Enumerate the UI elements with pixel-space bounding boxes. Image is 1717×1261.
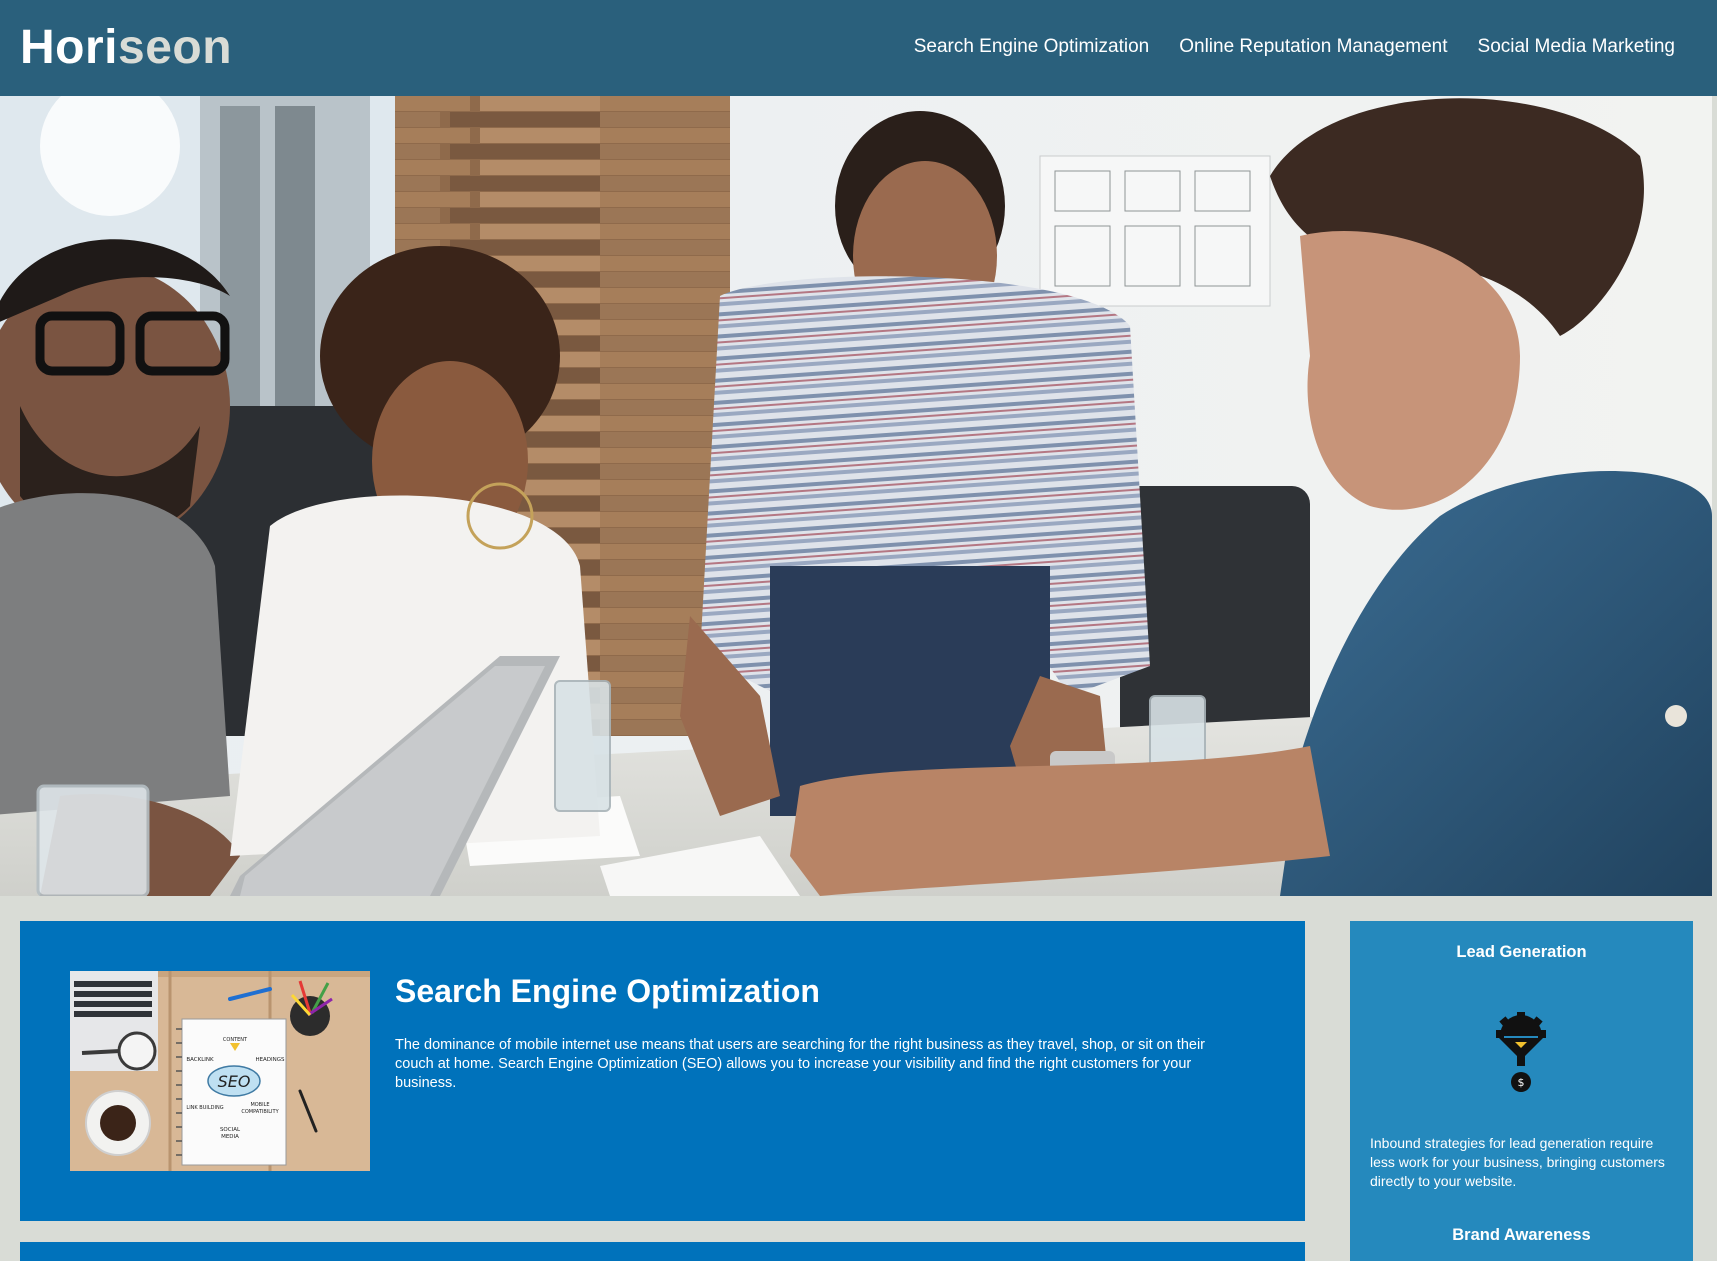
team-meeting-photo <box>0 96 1712 896</box>
site-header: Horiseon Search Engine Optimization Onli… <box>0 0 1717 96</box>
seo-notebook-content: CONTENT <box>223 1037 248 1043</box>
brand-awareness-title: Brand Awareness <box>1452 1226 1591 1244</box>
seo-notebook-media: MEDIA <box>221 1134 239 1140</box>
nav-link-social-media[interactable]: Social Media Marketing <box>1478 34 1675 60</box>
seo-notebook-mobile: MOBILE <box>250 1102 269 1108</box>
site-logo[interactable]: Horiseon <box>20 18 232 78</box>
lead-funnel-icon: $ <box>1496 1012 1546 1092</box>
seo-notebook-headings: HEADINGS <box>255 1057 285 1063</box>
benefits-sidebar: Lead Generation $ Inbound strategies for… <box>1350 921 1693 1261</box>
logo-main: Hori <box>20 21 118 74</box>
main-nav: Search Engine Optimization Online Reputa… <box>914 34 1675 60</box>
seo-notebook-illustration: SEO CONTENT BACKLINK HEADINGS LINK BUILD… <box>70 971 370 1171</box>
hero-image <box>0 96 1712 896</box>
seo-description: The dominance of mobile internet use mea… <box>395 1037 1206 1091</box>
nav-link-reputation[interactable]: Online Reputation Management <box>1179 34 1447 60</box>
seo-notebook-backlink: BACKLINK <box>186 1057 214 1063</box>
seo-notebook-compatibility: COMPATIBILITY <box>241 1109 279 1115</box>
seo-title: Search Engine Optimization <box>395 973 820 1009</box>
lead-generation-text: Inbound strategies for lead generation r… <box>1370 1135 1665 1189</box>
seo-section: SEO CONTENT BACKLINK HEADINGS LINK BUILD… <box>20 921 1305 1221</box>
lead-generation-title: Lead Generation <box>1456 943 1587 961</box>
svg-text:$: $ <box>1518 1076 1525 1089</box>
seo-notebook-social: SOCIAL <box>220 1127 241 1133</box>
logo-accent: seon <box>118 21 233 74</box>
nav-link-seo[interactable]: Search Engine Optimization <box>914 34 1150 60</box>
seo-notebook-link-building: LINK BUILDING <box>186 1105 223 1111</box>
next-section-top <box>20 1242 1305 1261</box>
seo-notebook-label: SEO <box>218 1072 251 1091</box>
seo-image: SEO CONTENT BACKLINK HEADINGS LINK BUILD… <box>70 971 370 1171</box>
